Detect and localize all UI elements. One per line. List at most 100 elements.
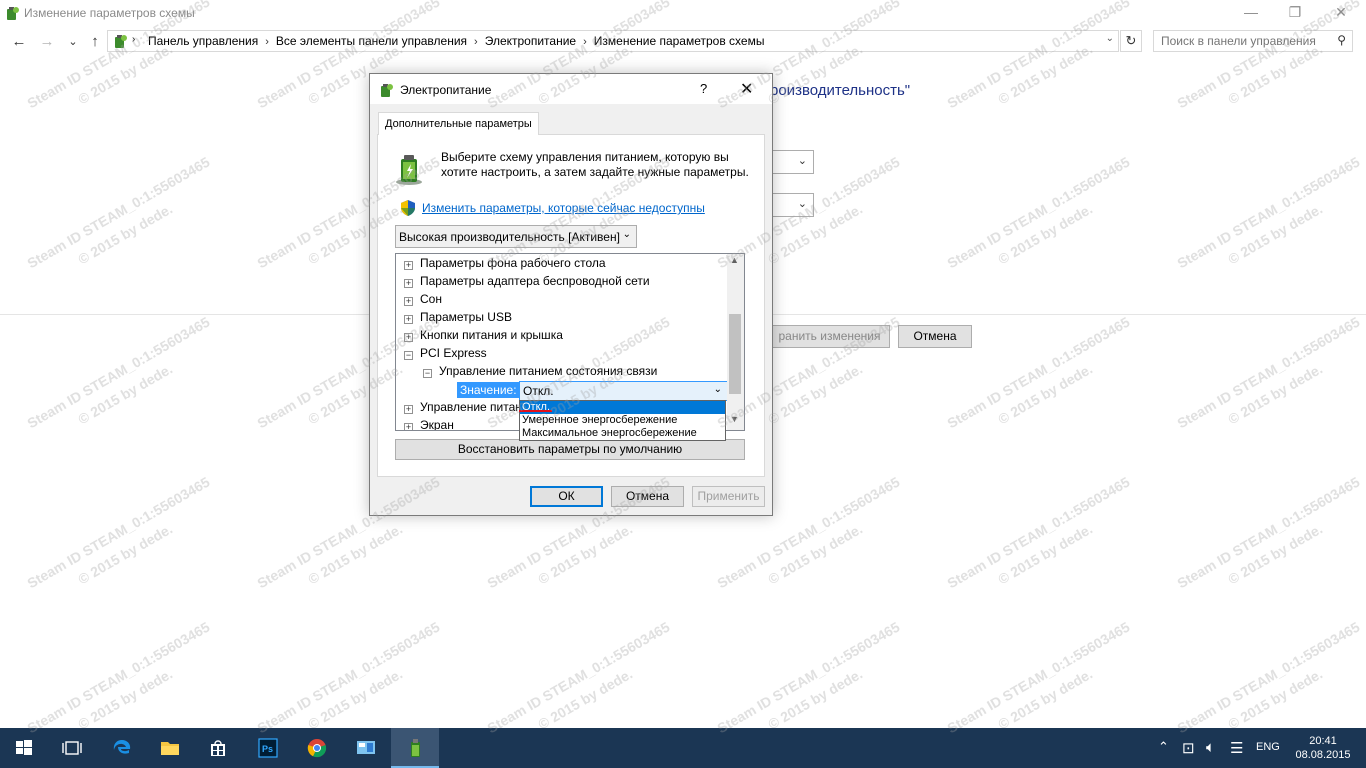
dropdown-option[interactable]: Откл. (520, 401, 725, 414)
background-dropdown[interactable]: ⌄ (770, 193, 814, 217)
tree-item[interactable]: − Управление питанием состояния связи (423, 364, 657, 382)
restore-defaults-button[interactable]: Восстановить параметры по умолчанию (395, 439, 745, 460)
taskbar: Ps ⌃ ⊡ 🔈︎ ☰ ENG 20:41 08.08.2015 (0, 728, 1366, 768)
volume-icon[interactable]: 🔈︎ (1206, 739, 1215, 756)
watermark: Steam ID STEAM_0:1:55603465 © 2015 by ded… (1174, 313, 1363, 432)
taskbar-app-edge[interactable] (98, 728, 146, 768)
expand-icon[interactable]: + (404, 261, 413, 270)
tree-item-label: Управление питанием состояния связи (439, 364, 658, 378)
breadcrumb-item[interactable]: Электропитание (485, 34, 576, 48)
dialog-title: Электропитание (400, 83, 492, 97)
language-indicator[interactable]: ENG (1256, 741, 1280, 753)
power-scheme-value: Высокая производительность [Активен] (399, 230, 620, 244)
change-unavailable-settings-link[interactable]: Изменить параметры, которые сейчас недос… (422, 201, 705, 215)
close-button[interactable]: ✕ (1318, 0, 1364, 28)
watermark: Steam ID STEAM_0:1:55603465 © 2015 by ded… (944, 153, 1133, 272)
taskbar-app-chrome[interactable] (293, 728, 341, 768)
chevron-down-icon: ⌄ (797, 198, 807, 210)
forward-arrow-icon[interactable]: → (36, 32, 58, 52)
breadcrumb-separator-icon[interactable]: › (583, 36, 587, 48)
tree-item[interactable]: + Сон (404, 292, 442, 310)
dialog-close-button[interactable]: ✕ (740, 79, 753, 99)
apply-button[interactable]: Применить (692, 486, 765, 507)
clock[interactable]: 20:41 08.08.2015 (1294, 734, 1352, 762)
breadcrumb-chevron-icon[interactable]: › (132, 34, 135, 45)
chevron-down-icon: ⌄ (622, 229, 631, 240)
expand-icon[interactable]: + (404, 423, 413, 430)
expand-icon[interactable]: + (404, 297, 413, 306)
tree-item-label: Параметры USB (420, 310, 512, 324)
taskbar-app-control-panel[interactable] (342, 728, 390, 768)
window-title: Изменение параметров схемы (24, 6, 195, 20)
tree-item[interactable]: + Управление питан (404, 400, 522, 418)
scrollbar-thumb[interactable] (729, 314, 741, 394)
watermark: Steam ID STEAM_0:1:55603465 © 2015 by ded… (24, 473, 213, 592)
address-bar[interactable]: › Панель управления › Все элементы панели … (107, 30, 1119, 52)
collapse-icon[interactable]: − (423, 369, 432, 378)
expand-icon[interactable]: + (404, 405, 413, 414)
breadcrumb-separator-icon[interactable]: › (474, 36, 478, 48)
scroll-up-icon[interactable]: ▲ (730, 255, 739, 265)
scroll-down-icon[interactable]: ▼ (730, 414, 739, 424)
action-center-icon[interactable]: ☰ (1230, 739, 1243, 757)
power-options-icon (115, 35, 127, 48)
search-input[interactable] (1154, 31, 1324, 51)
tree-item[interactable]: + Параметры фона рабочего стола (404, 256, 606, 274)
tree-item-label: Параметры фона рабочего стола (420, 256, 606, 270)
breadcrumb-item[interactable]: Изменение параметров схемы (594, 34, 765, 48)
chevron-up-icon[interactable]: ⌃ (1158, 739, 1169, 755)
help-button[interactable]: ? (700, 81, 707, 96)
network-icon[interactable]: ⊡ (1182, 739, 1195, 757)
taskbar-app-power-options[interactable] (391, 728, 439, 768)
search-icon[interactable]: ⚲ (1337, 33, 1346, 47)
expand-icon[interactable]: + (404, 279, 413, 288)
recent-locations-icon[interactable]: ⌄ (62, 32, 84, 52)
watermark: Steam ID STEAM_0:1:55603465 © 2015 by ded… (24, 313, 213, 432)
tree-item[interactable]: − PCI Express (404, 346, 487, 364)
power-scheme-select[interactable]: Высокая производительность [Активен] ⌄ (395, 225, 637, 248)
tree-item[interactable]: + Экран (404, 418, 454, 430)
dialog-cancel-button[interactable]: Отмена (611, 486, 684, 507)
watermark: Steam ID STEAM_0:1:55603465 © 2015 by ded… (944, 473, 1133, 592)
uac-shield-icon (401, 200, 415, 216)
value-dropdown-list[interactable]: Откл. Умеренное энергосбережение Максима… (519, 400, 726, 441)
task-view-button[interactable] (48, 728, 96, 768)
tree-item[interactable]: + Параметры адаптера беспроводной сети (404, 274, 650, 292)
start-button[interactable] (0, 728, 48, 768)
taskbar-app-photoshop[interactable]: Ps (244, 728, 292, 768)
value-select[interactable]: Откл. ⌄ (519, 381, 728, 401)
taskbar-app-explorer[interactable] (146, 728, 194, 768)
expand-icon[interactable]: + (404, 333, 413, 342)
save-changes-button[interactable]: ранить изменения (770, 325, 890, 348)
store-icon (211, 740, 225, 756)
cancel-button[interactable]: Отмена (898, 325, 972, 348)
up-arrow-icon[interactable]: ↑ (84, 32, 106, 52)
breadcrumb-item[interactable]: Панель управления (148, 34, 258, 48)
tree-scrollbar[interactable]: ▲ ▼ (727, 254, 744, 430)
taskbar-app-store[interactable] (194, 728, 242, 768)
refresh-icon[interactable]: ↻ (1120, 30, 1142, 52)
minimize-button[interactable]: — (1228, 0, 1274, 28)
back-arrow-icon[interactable]: ← (8, 32, 30, 52)
tab-advanced-settings[interactable]: Дополнительные параметры (378, 112, 539, 135)
power-options-dialog: Электропитание ? ✕ Дополнительные параме… (369, 73, 773, 516)
restore-button[interactable]: ❐ (1272, 0, 1318, 28)
annotation-underline (519, 410, 552, 412)
breadcrumb-separator-icon[interactable]: › (265, 36, 269, 48)
page-heading: роизводительность" (770, 82, 911, 99)
tree-item-label: PCI Express (420, 346, 487, 360)
dropdown-option[interactable]: Умеренное энергосбережение (520, 414, 725, 427)
dropdown-option[interactable]: Максимальное энергосбережение (520, 427, 725, 440)
tree-item[interactable]: + Кнопки питания и крышка (404, 328, 563, 346)
dialog-titlebar: Электропитание ? ✕ (370, 74, 772, 104)
expand-icon[interactable]: + (404, 315, 413, 324)
address-dropdown-icon[interactable]: ⌄ (1106, 33, 1114, 44)
background-dropdown[interactable]: ⌄ (770, 150, 814, 174)
ok-button[interactable]: ОК (530, 486, 603, 507)
tree-item[interactable]: + Параметры USB (404, 310, 512, 328)
breadcrumb-item[interactable]: Все элементы панели управления (276, 34, 467, 48)
collapse-icon[interactable]: − (404, 351, 413, 360)
search-box[interactable]: ⚲ (1153, 30, 1353, 52)
tree-item-label: Сон (420, 292, 442, 306)
window-titlebar: Изменение параметров схемы — ❐ ✕ (0, 0, 1366, 28)
